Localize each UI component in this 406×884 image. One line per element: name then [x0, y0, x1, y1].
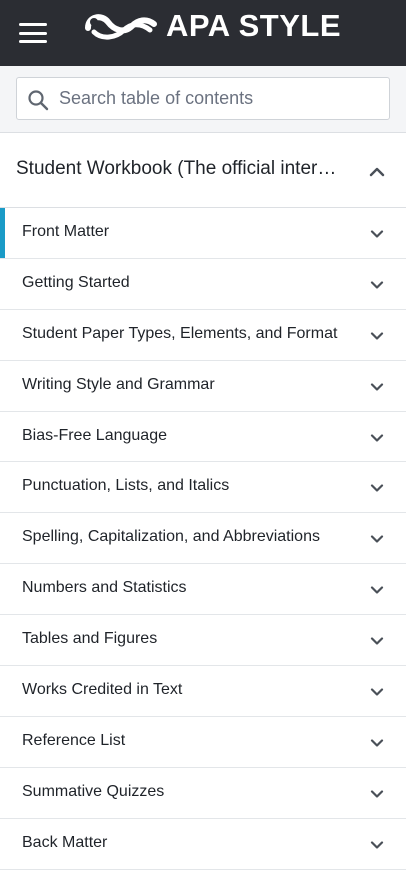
- toc-item-numbers-statistics[interactable]: Numbers and Statistics: [0, 564, 406, 616]
- toc-item-label: Writing Style and Grammar: [22, 375, 215, 393]
- toc-item-front-matter[interactable]: Front Matter: [0, 208, 406, 259]
- chevron-down-icon[interactable]: [369, 226, 385, 242]
- top-bar: APA STYLE: [0, 0, 406, 66]
- toc-item-reference-list[interactable]: Reference List: [0, 716, 406, 768]
- book-title: Student Workbook (The official interacti…: [16, 158, 346, 179]
- chevron-down-icon[interactable]: [369, 837, 385, 853]
- book-header[interactable]: Student Workbook (The official interacti…: [0, 133, 406, 208]
- chevron-down-icon[interactable]: [369, 379, 385, 395]
- toc-item-label: Punctuation, Lists, and Italics: [22, 477, 230, 495]
- toc-item-label: Tables and Figures: [22, 630, 158, 648]
- chevron-down-icon[interactable]: [369, 684, 385, 700]
- chevron-up-icon[interactable]: [368, 163, 386, 181]
- toc-item-back-matter[interactable]: Back Matter: [0, 818, 406, 870]
- toc-item-label: Reference List: [22, 731, 126, 749]
- toc-item-summative-quizzes[interactable]: Summative Quizzes: [0, 767, 406, 819]
- search-box[interactable]: [16, 77, 390, 120]
- toc-item-student-paper-types[interactable]: Student Paper Types, Elements, and Forma…: [0, 309, 406, 361]
- apa-wave-logo: [85, 14, 157, 40]
- chevron-down-icon[interactable]: [369, 735, 385, 751]
- toc-item-tables-figures[interactable]: Tables and Figures: [0, 615, 406, 667]
- chevron-down-icon[interactable]: [369, 786, 385, 802]
- chevron-down-icon[interactable]: [369, 480, 385, 496]
- search-icon: [28, 90, 49, 111]
- toc-item-label: Works Credited in Text: [22, 681, 183, 699]
- logo-text: APA STYLE: [166, 8, 342, 43]
- toc-item-label: Front Matter: [22, 223, 110, 240]
- toc-item-label: Spelling, Capitalization, and Abbreviati…: [22, 528, 320, 546]
- toc-item-label: Getting Started: [22, 273, 130, 291]
- toc-item-label: Bias-Free Language: [22, 426, 167, 444]
- toc-item-punctuation[interactable]: Punctuation, Lists, and Italics: [0, 462, 406, 514]
- search-input[interactable]: [59, 78, 379, 119]
- toc-list: Front Matter Getting Started Student Pap…: [0, 208, 406, 870]
- chevron-down-icon[interactable]: [369, 582, 385, 598]
- apa-style-logo[interactable]: APA STYLE: [84, 8, 341, 44]
- toc-item-label: Summative Quizzes: [22, 782, 165, 800]
- chevron-down-icon[interactable]: [369, 328, 385, 344]
- chevron-down-icon[interactable]: [369, 633, 385, 649]
- toc-item-label: Back Matter: [22, 833, 108, 851]
- toc-item-getting-started[interactable]: Getting Started: [0, 258, 406, 310]
- search-bar: [0, 66, 406, 133]
- chevron-down-icon[interactable]: [369, 531, 385, 547]
- toc-item-spelling[interactable]: Spelling, Capitalization, and Abbreviati…: [0, 513, 406, 565]
- chevron-down-icon[interactable]: [369, 277, 385, 293]
- hamburger-menu-icon[interactable]: [14, 18, 52, 48]
- toc-item-writing-style[interactable]: Writing Style and Grammar: [0, 360, 406, 412]
- toc-item-label: Numbers and Statistics: [22, 579, 187, 597]
- chevron-down-icon[interactable]: [369, 430, 385, 446]
- toc-item-bias-free-language[interactable]: Bias-Free Language: [0, 411, 406, 463]
- toc-item-label: Student Paper Types, Elements, and Forma…: [22, 324, 338, 342]
- toc-item-works-credited[interactable]: Works Credited in Text: [0, 666, 406, 717]
